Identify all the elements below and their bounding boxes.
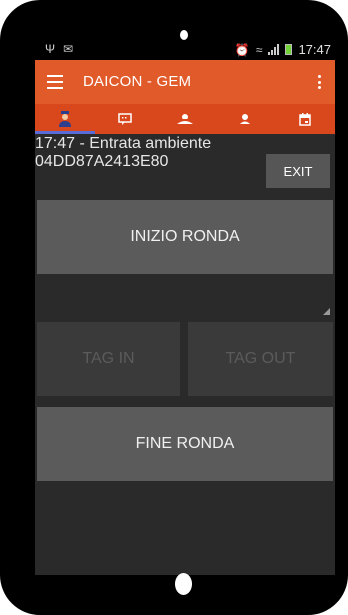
- tab-guard[interactable]: [35, 104, 95, 134]
- tab-patrol[interactable]: [155, 104, 215, 134]
- menu-icon[interactable]: [47, 75, 63, 89]
- chat-icon: [118, 112, 132, 125]
- alarm-icon: ⏰: [234, 42, 250, 57]
- end-round-button[interactable]: FINE RONDA: [37, 407, 333, 481]
- calendar-icon: [299, 112, 311, 126]
- app-title: DAICON - GEM: [83, 73, 192, 90]
- battery-icon: [285, 44, 293, 55]
- overflow-menu-icon[interactable]: [318, 75, 321, 89]
- home-button[interactable]: [175, 573, 192, 595]
- tab-bar: [35, 104, 335, 134]
- guard-icon: [59, 111, 71, 127]
- signal-icon: [268, 44, 280, 55]
- tag-out-button[interactable]: TAG OUT: [188, 322, 333, 396]
- wifi-icon: ≈: [255, 42, 263, 57]
- patrol-icon: [177, 114, 193, 124]
- tab-person[interactable]: [215, 104, 275, 134]
- active-tab-indicator: [35, 131, 95, 134]
- notes-input[interactable]: [37, 278, 333, 316]
- person-icon: [240, 114, 250, 124]
- mail-icon: ✉: [63, 42, 74, 56]
- tab-chat[interactable]: [95, 104, 155, 134]
- status-bar: Ψ ✉ ⏰ ≈ 17:47: [35, 40, 335, 60]
- status-time: 17:47: [298, 42, 331, 57]
- camera: [180, 30, 188, 40]
- phone-frame: Ψ ✉ ⏰ ≈ 17:47 DAICON - GEM 17:47 - Entra…: [0, 0, 348, 615]
- exit-button[interactable]: EXIT: [266, 154, 330, 188]
- action-bar: DAICON - GEM: [35, 60, 335, 104]
- usb-icon: Ψ: [45, 42, 56, 56]
- start-round-button[interactable]: INIZIO RONDA: [37, 200, 333, 274]
- app-screen: Ψ ✉ ⏰ ≈ 17:47 DAICON - GEM 17:47 - Entra…: [35, 40, 335, 575]
- last-event-text: 17:47 - Entrata ambiente 04DD87A2413E80: [35, 135, 265, 171]
- tag-in-button[interactable]: TAG IN: [37, 322, 180, 396]
- resize-handle-icon: [323, 308, 330, 315]
- tag-id-line: 04DD87A2413E80: [35, 153, 169, 170]
- event-line: 17:47 - Entrata ambiente: [35, 135, 212, 152]
- tab-calendar[interactable]: [275, 104, 335, 134]
